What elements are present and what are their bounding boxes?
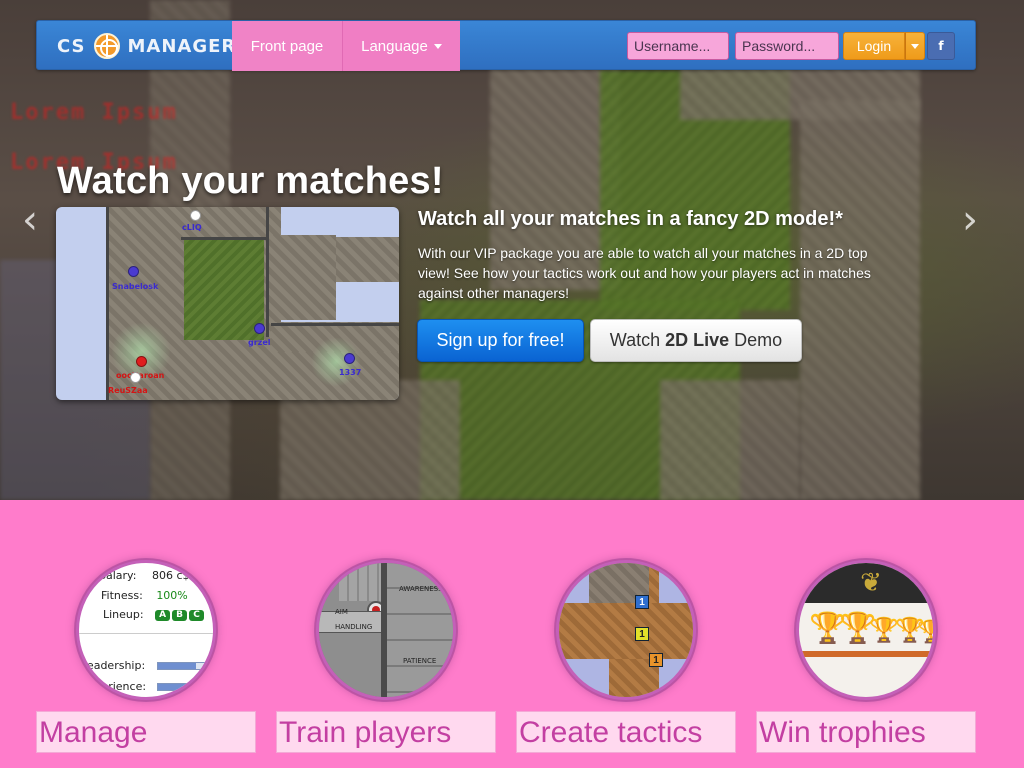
gold-trophy-icon: 🏆 [895, 617, 925, 644]
player-marker [136, 356, 147, 367]
map-wall [266, 207, 269, 337]
player-marker [344, 353, 355, 364]
player-marker [190, 210, 201, 221]
train-panel [339, 563, 381, 601]
caret-down-icon [433, 43, 442, 49]
tactics-marker: 1 [635, 627, 649, 641]
fitness-row: Fitness: 100% [101, 589, 188, 602]
fitness-value: 100% [156, 589, 188, 602]
train-label: PATIENCE [403, 657, 437, 665]
brand-text-manager: MANAGER [127, 35, 237, 57]
login-button[interactable]: Login [843, 32, 905, 60]
brand-text-cs: CS [57, 35, 86, 57]
train-label: AWARENESS [399, 585, 443, 593]
login-options-button[interactable] [905, 32, 925, 60]
experience-label: Experience: [81, 680, 147, 693]
leadership-bar [157, 662, 207, 670]
silver-trophy-icon: 🏆 [839, 612, 877, 645]
map-floor [266, 235, 336, 320]
map-floor [336, 237, 399, 282]
nav-language-dropdown[interactable]: Language [342, 21, 460, 71]
signup-button[interactable]: Sign up for free! [417, 319, 584, 362]
player-name: grzel [248, 338, 271, 347]
lineup-row: Lineup: ABC [103, 608, 206, 621]
train-label: AIM [335, 608, 348, 616]
hero-section: Lorem Ipsum Lorem Ipsum CS MANAGER Front… [0, 0, 1024, 500]
bg-corridor [660, 380, 800, 500]
carousel-next-arrow[interactable]: › [962, 200, 986, 240]
lineup-badge: C [189, 609, 205, 621]
train-list [387, 563, 453, 697]
tactics-marker: 1 [649, 653, 663, 667]
demo-label-post: Demo [734, 330, 783, 350]
train-label: HANDLING [335, 623, 373, 631]
silver-trophy-icon: 🏆 [917, 615, 933, 649]
salary-row: Salary: 806 c$ [99, 569, 190, 582]
match-preview-image: cLIQ Snabelosk grzel 1337 oocHaroan ReuS… [56, 207, 399, 400]
demo-label-bold: 2D Live [665, 330, 730, 350]
feature-trophies-label[interactable]: Win trophies [756, 711, 976, 753]
facebook-icon: f [938, 39, 944, 53]
player-name: cLIQ [182, 223, 202, 232]
nav-front-page[interactable]: Front page [232, 21, 342, 71]
navbar: CS MANAGER Front page Language Login f [36, 20, 976, 71]
feature-manage-label[interactable]: Manage [36, 711, 256, 753]
divider [79, 633, 213, 634]
tactics-marker: 1 [635, 595, 649, 609]
fitness-label: Fitness: [101, 589, 143, 602]
password-input[interactable] [735, 32, 839, 60]
experience-bar-fill [158, 684, 187, 690]
nav-language-label: Language [361, 37, 428, 55]
feature-trophies-image[interactable]: ❦ 🏆 🏆 🏆 🏆 🏆 [796, 560, 936, 700]
tactics-map [559, 603, 693, 659]
player-name: ReuSZaa [108, 386, 148, 395]
map-wall [271, 323, 399, 326]
caret-down-icon [911, 43, 919, 49]
hero-description: With our VIP package you are able to wat… [418, 245, 871, 301]
feature-train-image[interactable]: AIM HANDLING AWARENESS PATIENCE [316, 560, 456, 700]
map-wall [181, 237, 267, 240]
feature-tactics-image[interactable]: 1 1 1 [556, 560, 696, 700]
experience-bar [157, 683, 207, 691]
bg-text: Lorem Ipsum [10, 100, 178, 125]
map-wall [106, 207, 109, 400]
trophy-shelf [799, 651, 933, 657]
salary-label: Salary: [99, 569, 137, 582]
player-marker [128, 266, 139, 277]
hero-subtitle: Watch all your matches in a fancy 2D mod… [418, 208, 843, 230]
leadership-label: Leadership: [81, 659, 146, 672]
crosshair-icon [93, 33, 120, 59]
feature-train-label[interactable]: Train players [276, 711, 496, 753]
feature-manage-image[interactable]: Salary: 806 c$ Fitness: 100% Lineup: ABC… [76, 560, 216, 700]
username-input[interactable] [627, 32, 729, 60]
lineup-badges: ABC [155, 608, 206, 621]
carousel-prev-arrow[interactable]: ‹ [22, 200, 46, 240]
lineup-badge: B [172, 609, 188, 621]
leadership-bar-fill [158, 663, 197, 669]
experience-row: Experience: [81, 680, 146, 693]
login-button-label: Login [856, 38, 892, 54]
leadership-row: Leadership: [81, 659, 145, 672]
gold-trophy-icon: 🏆 [809, 612, 847, 645]
player-marker [254, 323, 265, 334]
salary-value: 806 c$ [151, 569, 190, 582]
lineup-badge: A [155, 609, 171, 621]
brand-logo[interactable]: CS MANAGER [57, 33, 236, 59]
feature-tactics-label[interactable]: Create tactics [516, 711, 736, 753]
player-name: Snabelosk [112, 282, 159, 291]
nav-front-page-label: Front page [250, 37, 324, 55]
gold-trophy-icon: 🏆 [869, 617, 899, 644]
watch-demo-button[interactable]: Watch 2D Live Demo [590, 319, 802, 362]
player-marker [130, 372, 141, 383]
laurel-icon: ❦ [860, 567, 882, 597]
map-grass [184, 240, 264, 340]
signup-button-label: Sign up for free! [436, 330, 565, 350]
lineup-label: Lineup: [103, 608, 144, 621]
player-name: 1337 [339, 368, 362, 377]
demo-label-pre: Watch [609, 330, 661, 350]
facebook-login-button[interactable]: f [927, 32, 955, 60]
hero-title: Watch your matches! [57, 160, 444, 202]
